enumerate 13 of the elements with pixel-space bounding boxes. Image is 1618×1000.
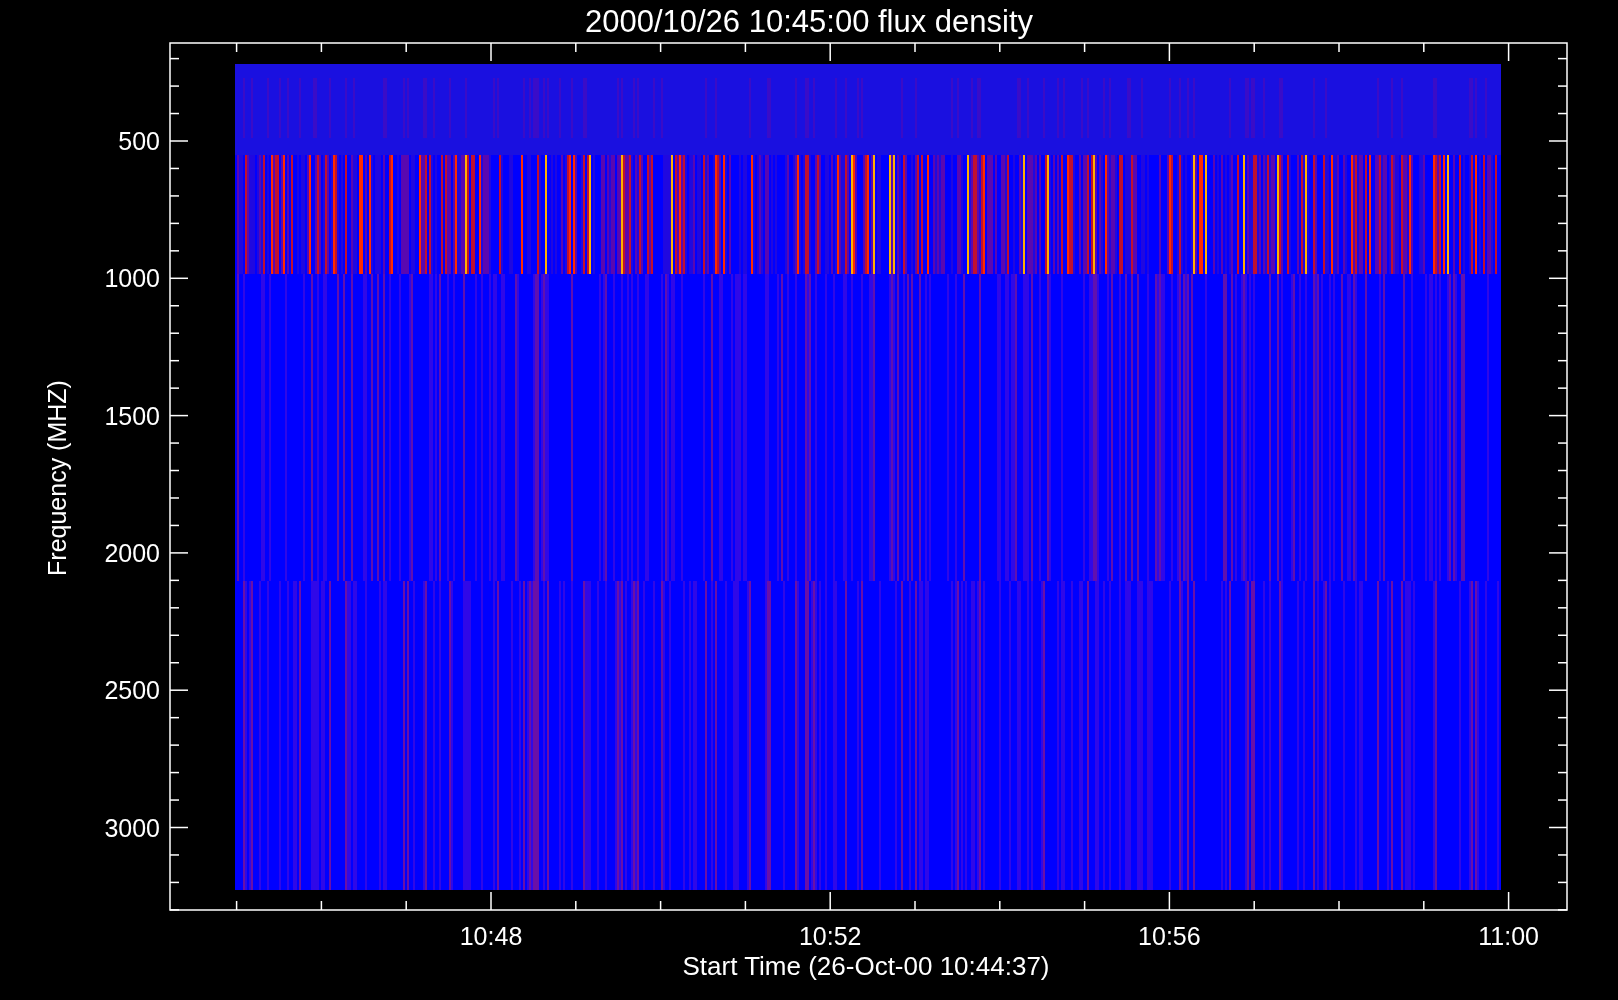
y-axis-label: Frequency (MHZ) [43,380,71,576]
y-tick-label: 2500 [104,676,160,705]
x-tick-label: 10:48 [459,922,523,950]
y-tick-label: 1000 [104,264,160,293]
y-tick-label: 3000 [104,813,160,842]
x-axis-label: Start Time (26-Oct-00 10:44:37) [682,951,1050,981]
plot-title: 2000/10/26 10:45:00 flux density [584,4,1034,39]
x-tick-label: 11:00 [1478,922,1539,950]
y-tick-label: 2000 [104,538,160,567]
x-tick-label: 10:52 [798,922,862,950]
x-tick-label: 10:56 [1138,922,1201,950]
y-tick-label: 500 [118,127,160,155]
y-tick-label: 1500 [104,401,160,430]
